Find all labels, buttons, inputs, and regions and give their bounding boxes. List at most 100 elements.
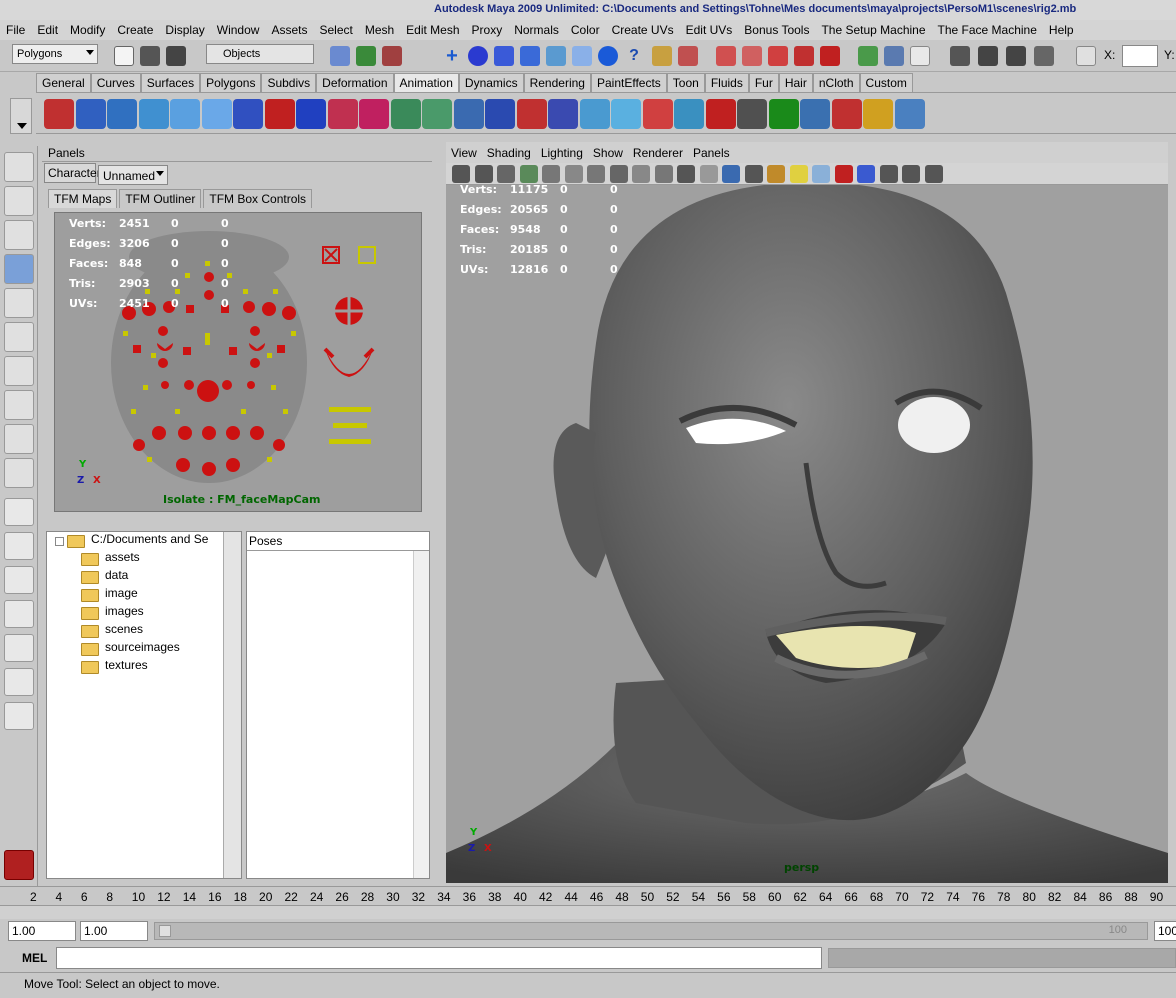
- side-by-side-layout-icon[interactable]: [4, 566, 34, 594]
- viewport-menu-lighting[interactable]: Lighting: [536, 146, 588, 160]
- menu-file[interactable]: File: [0, 23, 31, 37]
- tree-item-data[interactable]: data: [105, 568, 128, 582]
- lasso-tool-icon[interactable]: [4, 186, 34, 216]
- shelf-tab-polygons[interactable]: Polygons: [200, 73, 262, 92]
- lock-icon[interactable]: [652, 46, 672, 66]
- shelf-tab-fur[interactable]: Fur: [748, 73, 779, 92]
- shelf-tab-subdivs[interactable]: Subdivs: [261, 73, 317, 92]
- select-camera-icon[interactable]: [452, 165, 470, 183]
- render-frame-icon[interactable]: [978, 46, 998, 66]
- end-time-field[interactable]: 100: [1154, 921, 1176, 941]
- history-out-icon[interactable]: [884, 46, 904, 66]
- bookmark-icon[interactable]: [497, 165, 515, 183]
- field-chart-icon[interactable]: [632, 165, 650, 183]
- input-mode-icon[interactable]: [1076, 46, 1096, 66]
- menu-create-uvs[interactable]: Create UVs: [606, 23, 680, 37]
- isolate-select-icon[interactable]: [857, 165, 875, 183]
- menu-bonus-tools[interactable]: Bonus Tools: [738, 23, 815, 37]
- menu-color[interactable]: Color: [565, 23, 606, 37]
- shelf-tab-ncloth[interactable]: nCloth: [812, 73, 860, 92]
- move-tool-icon[interactable]: [4, 254, 34, 284]
- render-settings-icon[interactable]: [1034, 46, 1054, 66]
- save-scene-icon[interactable]: [166, 46, 186, 66]
- four-pane-layout-icon[interactable]: [4, 532, 34, 560]
- film-gate-icon[interactable]: [564, 165, 583, 183]
- character-dropdown[interactable]: Unnamed: [98, 165, 168, 185]
- expression-icon[interactable]: [863, 99, 893, 129]
- history-icon[interactable]: [858, 46, 878, 66]
- joint-icon[interactable]: [468, 46, 488, 66]
- cluster-icon[interactable]: [390, 99, 421, 129]
- paint-weights-icon[interactable]: [359, 99, 389, 129]
- tree-scrollbar[interactable]: [223, 532, 241, 878]
- open-scene-icon[interactable]: [140, 46, 160, 66]
- outliner-graph-layout-icon[interactable]: [4, 702, 34, 730]
- persp-outliner-layout-icon[interactable]: [4, 634, 34, 662]
- trax-icon[interactable]: [800, 99, 830, 129]
- pose-icon[interactable]: [579, 99, 610, 129]
- playback-start-field[interactable]: 1.00: [80, 921, 148, 941]
- shelf-tab-general[interactable]: General: [36, 73, 91, 92]
- wire-icon[interactable]: [485, 99, 515, 129]
- shadows-icon[interactable]: [812, 165, 830, 183]
- shelf-tab-deformation[interactable]: Deformation: [316, 73, 394, 92]
- menu-normals[interactable]: Normals: [508, 23, 565, 37]
- graph-editor-icon[interactable]: [737, 99, 767, 129]
- magnet-icon[interactable]: [820, 46, 840, 66]
- viewport-menu-show[interactable]: Show: [588, 146, 628, 160]
- last-tool-icon[interactable]: [4, 458, 34, 488]
- blend-shape-icon[interactable]: [453, 99, 484, 129]
- ghost-icon[interactable]: [170, 99, 200, 129]
- orient-icon[interactable]: [705, 99, 736, 129]
- deformer-icon[interactable]: [546, 46, 566, 66]
- menu-proxy[interactable]: Proxy: [466, 23, 509, 37]
- shelf-tab-animation[interactable]: Animation: [393, 73, 459, 92]
- shelf-tab-hair[interactable]: Hair: [778, 73, 813, 92]
- poses-scrollbar[interactable]: [413, 551, 429, 878]
- ik-handle-icon[interactable]: [233, 99, 263, 129]
- character-set-icon[interactable]: [548, 99, 578, 129]
- playblast-icon[interactable]: [831, 99, 862, 129]
- snap-view-icon[interactable]: [768, 46, 788, 66]
- tfm-maps-view[interactable]: Verts: 2451 0 0 Edges: 3206 0 0 Faces: 848 0 0 Tris:…: [54, 212, 422, 512]
- single-pane-layout-icon[interactable]: [4, 498, 34, 526]
- two-view-icon[interactable]: [902, 165, 920, 183]
- single-view-icon[interactable]: [879, 165, 898, 183]
- menu-window[interactable]: Window: [211, 23, 266, 37]
- menu-set-dropdown[interactable]: Polygons: [12, 44, 98, 64]
- xray-icon[interactable]: [834, 165, 853, 183]
- tree-item-sourceimages[interactable]: sourceimages: [105, 640, 180, 654]
- menu-select[interactable]: Select: [313, 23, 358, 37]
- x-field[interactable]: [1122, 45, 1158, 67]
- ipr-render-icon[interactable]: [1006, 46, 1026, 66]
- hypergraph-layout-icon[interactable]: [4, 668, 34, 696]
- range-start-handle[interactable]: [159, 925, 171, 937]
- snap-curve-icon[interactable]: [716, 46, 736, 66]
- soft-mod-icon[interactable]: [4, 390, 34, 420]
- tree-root[interactable]: C:/Documents and Se: [91, 532, 208, 546]
- sculpt-icon[interactable]: [516, 99, 547, 129]
- bind-skin-icon[interactable]: [327, 99, 358, 129]
- rotate-tool-icon[interactable]: [4, 288, 34, 318]
- tool-settings-icon[interactable]: [924, 165, 943, 183]
- aim-icon[interactable]: [674, 99, 704, 129]
- tree-item-image[interactable]: image: [105, 586, 138, 600]
- menu-modify[interactable]: Modify: [64, 23, 111, 37]
- command-input[interactable]: [56, 947, 822, 969]
- snap-live-icon[interactable]: [794, 46, 814, 66]
- universal-manip-icon[interactable]: [4, 356, 34, 386]
- safe-title-icon[interactable]: [677, 165, 695, 183]
- gate-mask-icon[interactable]: [609, 165, 628, 183]
- inbetween-icon[interactable]: [107, 99, 137, 129]
- shelf-tab-custom[interactable]: Custom: [859, 73, 913, 92]
- breakdown-icon[interactable]: [75, 99, 106, 129]
- flat-shade-icon[interactable]: [744, 165, 763, 183]
- panels-menu[interactable]: Panels: [48, 146, 85, 160]
- snap-point-icon[interactable]: [742, 46, 762, 66]
- select-component-icon[interactable]: [382, 46, 402, 66]
- render-view-icon[interactable]: [950, 46, 970, 66]
- textured-icon[interactable]: [767, 165, 785, 183]
- start-time-field[interactable]: 1.00: [8, 921, 76, 941]
- construction-history-icon[interactable]: [910, 46, 930, 66]
- safe-action-icon[interactable]: [654, 165, 673, 183]
